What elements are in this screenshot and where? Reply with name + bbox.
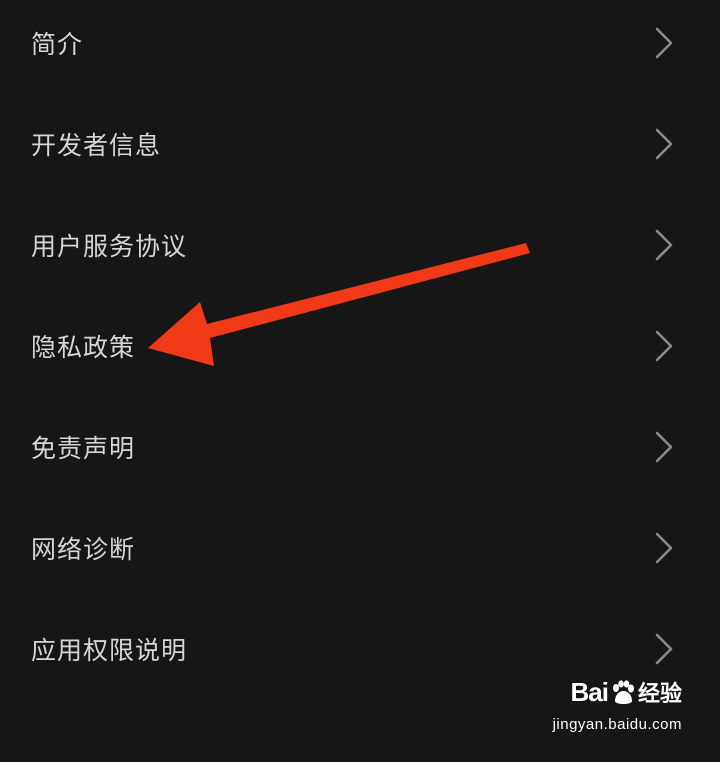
chevron-right-icon <box>652 329 676 363</box>
menu-item-disclaimer[interactable]: 免责声明 <box>0 396 720 497</box>
chevron-right-icon <box>652 228 676 262</box>
menu-item-network-diagnosis[interactable]: 网络诊断 <box>0 497 720 598</box>
baidu-jingyan-watermark: Bai 经验 jingyan.baidu.com <box>542 676 682 746</box>
menu-item-label: 简介 <box>31 29 84 59</box>
menu-item-developer-info[interactable]: 开发者信息 <box>0 93 720 194</box>
menu-item-label: 应用权限说明 <box>31 635 188 665</box>
watermark-url: jingyan.baidu.com <box>552 716 682 733</box>
chevron-right-icon <box>652 531 676 565</box>
menu-item-label: 开发者信息 <box>31 130 162 160</box>
menu-item-label: 网络诊断 <box>31 534 136 564</box>
chevron-right-icon <box>652 26 676 60</box>
chevron-right-icon <box>652 430 676 464</box>
watermark-brand-suffix: 经验 <box>637 682 682 707</box>
menu-item-label: 免责声明 <box>31 433 136 463</box>
chevron-right-icon <box>652 127 676 161</box>
menu-item-label: 用户服务协议 <box>31 231 188 261</box>
paw-icon <box>612 680 634 704</box>
menu-item-privacy-policy[interactable]: 隐私政策 <box>0 295 720 396</box>
chevron-right-icon <box>652 632 676 666</box>
watermark-brand-prefix: Bai <box>570 677 609 707</box>
menu-item-user-agreement[interactable]: 用户服务协议 <box>0 194 720 295</box>
menu-item-intro[interactable]: 简介 <box>0 0 720 93</box>
menu-item-label: 隐私政策 <box>31 332 136 362</box>
watermark-logo: Bai 经验 <box>571 676 682 708</box>
settings-menu: 简介 开发者信息 用户服务协议 隐私政策 免责声明 网络诊断 应用权限说明 <box>0 0 720 699</box>
